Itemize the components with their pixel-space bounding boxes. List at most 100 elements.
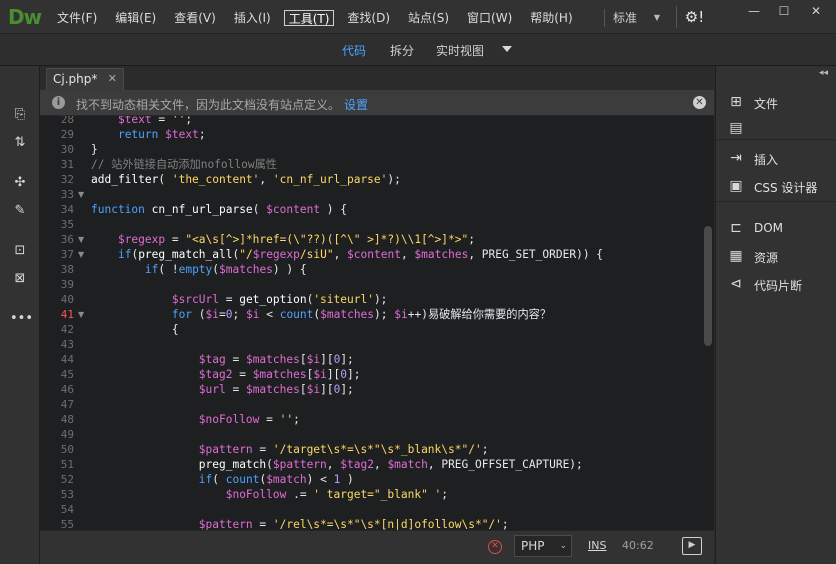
code-line[interactable]: return $text; bbox=[91, 127, 206, 142]
collapse-panel-icon[interactable]: ◂◂ bbox=[819, 68, 828, 78]
panel-insert[interactable]: ⇥ 插入 bbox=[726, 148, 831, 168]
panel-insert-label: 插入 bbox=[754, 153, 779, 167]
fold-toggle-icon[interactable]: ▼ bbox=[78, 187, 84, 202]
line-number: 43 bbox=[60, 338, 74, 351]
snippets-icon: ⊲ bbox=[730, 276, 742, 292]
line-number: 30 bbox=[60, 143, 74, 156]
code-line[interactable]: $srcUrl = get_option('siteurl'); bbox=[91, 292, 388, 307]
code-line[interactable]: { bbox=[91, 322, 179, 337]
panel-files[interactable]: ⊞ 文件 bbox=[726, 92, 831, 112]
language-select[interactable]: PHP ⌄ bbox=[514, 535, 572, 557]
line-number: 41 bbox=[60, 308, 74, 321]
line-number: 52 bbox=[60, 473, 74, 486]
code-line[interactable]: } bbox=[91, 142, 98, 157]
document-tab[interactable]: Cj.php* ✕ bbox=[46, 68, 124, 90]
error-icon[interactable]: ✕ bbox=[488, 540, 502, 554]
code-line[interactable]: $text = ''; bbox=[91, 116, 192, 127]
notification-text: 找不到动态相关文件，因为此文档没有站点定义。 bbox=[76, 98, 341, 112]
code-editor[interactable]: 28 29 30 31 32 33 ▼ 34 35 36 ▼ 37 ▼ 38 39 40 41 ▼ 42 43 44 45… bbox=[40, 116, 714, 530]
menu-view[interactable]: 查看(V) bbox=[169, 10, 221, 26]
file-management-icon[interactable]: ⇅ bbox=[10, 134, 30, 152]
status-bar: ✕ PHP ⌄ INS 40:62 ▶ bbox=[40, 530, 714, 564]
info-notification-bar: i 找不到动态相关文件，因为此文档没有站点定义。 设置 ✕ bbox=[40, 90, 714, 116]
panel-css-designer[interactable]: ▣ CSS 设计器 bbox=[726, 176, 831, 196]
code-line[interactable]: if(preg_match_all("/$regexp/siU", $conte… bbox=[91, 247, 603, 262]
line-number: 29 bbox=[60, 128, 74, 141]
panel-dom-label: DOM bbox=[754, 221, 784, 235]
menu-edit[interactable]: 编辑(E) bbox=[110, 10, 161, 26]
line-number: 45 bbox=[60, 368, 74, 381]
code-line[interactable]: if( count($match) < 1 ) bbox=[91, 472, 354, 487]
code-line[interactable]: $regexp = "<a\s[^>]*href=(\"??)([^\" >]*… bbox=[91, 232, 475, 247]
line-number: 32 bbox=[60, 173, 74, 186]
line-number: 38 bbox=[60, 263, 74, 276]
settings-gear-icon[interactable]: ⚙! bbox=[676, 6, 712, 28]
line-number: 28 bbox=[60, 116, 74, 126]
apply-comment-icon[interactable]: ⊡ bbox=[10, 242, 30, 260]
fold-toggle-icon[interactable]: ▼ bbox=[78, 232, 84, 247]
workspace-layout-label: 标准 bbox=[613, 11, 638, 25]
fold-toggle-icon[interactable]: ▼ bbox=[78, 307, 84, 322]
menu-file[interactable]: 文件(F) bbox=[52, 10, 102, 26]
close-notification-icon[interactable]: ✕ bbox=[693, 96, 706, 109]
panel-group-dom: ⊏ DOM ▦ 资源 ⊲ 代码片断 bbox=[716, 202, 836, 302]
menu-window[interactable]: 窗口(W) bbox=[462, 10, 517, 26]
more-options-icon[interactable]: ••• bbox=[10, 310, 33, 328]
expand-all-icon[interactable]: ✣ bbox=[10, 174, 30, 192]
code-line[interactable]: $noFollow .= ' target="_blank" '; bbox=[91, 487, 448, 502]
code-line[interactable]: // 站外链接自动添加nofollow属性 bbox=[91, 157, 277, 172]
line-number: 35 bbox=[60, 218, 74, 231]
code-line[interactable]: if( !empty($matches) ) { bbox=[91, 262, 307, 277]
code-line[interactable]: function cn_nf_url_parse( $content ) { bbox=[91, 202, 347, 217]
insert-mode-indicator[interactable]: INS bbox=[588, 539, 606, 552]
code-line[interactable]: $pattern = '/target\s*=\s*"\s*_blank\s*"… bbox=[91, 442, 489, 457]
line-number: 44 bbox=[60, 353, 74, 366]
format-source-icon[interactable]: ✎ bbox=[10, 202, 30, 220]
panel-assets[interactable]: ▦ 资源 bbox=[726, 246, 831, 266]
code-line[interactable]: $noFollow = ''; bbox=[91, 412, 300, 427]
code-line[interactable]: $pattern = '/rel\s*=\s*"\s*[n|d]ofollow\… bbox=[91, 517, 509, 530]
menu-insert[interactable]: 插入(I) bbox=[229, 10, 276, 26]
menu-find[interactable]: 查找(D) bbox=[342, 10, 395, 26]
assets-briefcase-icon: ▦ bbox=[729, 248, 743, 264]
preview-icon[interactable]: ▶ bbox=[682, 537, 702, 555]
chevron-down-icon: ⌄ bbox=[559, 541, 567, 551]
panel-snippets[interactable]: ⊲ 代码片断 bbox=[726, 274, 831, 294]
panel-dom[interactable]: ⊏ DOM bbox=[726, 218, 831, 238]
right-panel-dock: ◂◂ ⊞ 文件 ▤ ⇥ 插入 ▣ CSS 设计器 ⊏ DOM ▦ 资源 ⊲ 代码… bbox=[715, 66, 836, 564]
code-line[interactable]: $url = $matches[$i][0]; bbox=[91, 382, 354, 397]
line-number: 47 bbox=[60, 398, 74, 411]
minimize-button[interactable]: — bbox=[740, 2, 768, 20]
panel-assets-label: 资源 bbox=[754, 251, 779, 265]
open-documents-icon[interactable]: ⎘ bbox=[10, 106, 30, 124]
menu-tools[interactable]: 工具(T) bbox=[283, 10, 335, 26]
line-number: 55 bbox=[60, 518, 74, 530]
code-line[interactable]: $tag = $matches[$i][0]; bbox=[91, 352, 354, 367]
remove-comment-icon[interactable]: ⊠ bbox=[10, 270, 30, 288]
maximize-button[interactable]: ☐ bbox=[770, 2, 798, 20]
code-line[interactable]: for ($i=0; $i < count($matches); $i++)易破… bbox=[91, 307, 551, 322]
line-number: 49 bbox=[60, 428, 74, 441]
left-toolbar: ⎘ ⇅ ✣ ✎ ⊡ ⊠ ••• bbox=[0, 66, 40, 564]
workspace-layout-select[interactable]: 标准 ▼ bbox=[604, 9, 664, 27]
panel-assets-top[interactable]: ▤ bbox=[726, 118, 831, 138]
line-number: 53 bbox=[60, 488, 74, 501]
code-line[interactable]: preg_match($pattern, $tag2, $match, PREG… bbox=[91, 457, 583, 472]
panel-snippets-label: 代码片断 bbox=[754, 279, 803, 293]
close-tab-icon[interactable]: ✕ bbox=[108, 69, 117, 89]
menu-site[interactable]: 站点(S) bbox=[403, 10, 454, 26]
chevron-down-icon: ▼ bbox=[653, 13, 660, 22]
vertical-scrollbar[interactable] bbox=[704, 226, 712, 346]
cursor-position: 40:62 bbox=[622, 539, 654, 552]
close-window-button[interactable]: ✕ bbox=[802, 2, 830, 20]
language-label: PHP bbox=[521, 539, 545, 553]
view-code-button[interactable]: 代码 bbox=[342, 42, 366, 59]
menu-help[interactable]: 帮助(H) bbox=[525, 10, 577, 26]
fold-toggle-icon[interactable]: ▼ bbox=[78, 247, 84, 262]
view-split-button[interactable]: 拆分 bbox=[390, 42, 414, 59]
notification-setup-link[interactable]: 设置 bbox=[344, 96, 368, 113]
view-live-button[interactable]: 实时视图 bbox=[436, 42, 484, 59]
live-view-dropdown-icon[interactable] bbox=[502, 46, 512, 52]
code-line[interactable]: $tag2 = $matches[$i][0]; bbox=[91, 367, 361, 382]
code-line[interactable]: add_filter( 'the_content', 'cn_nf_url_pa… bbox=[91, 172, 401, 187]
